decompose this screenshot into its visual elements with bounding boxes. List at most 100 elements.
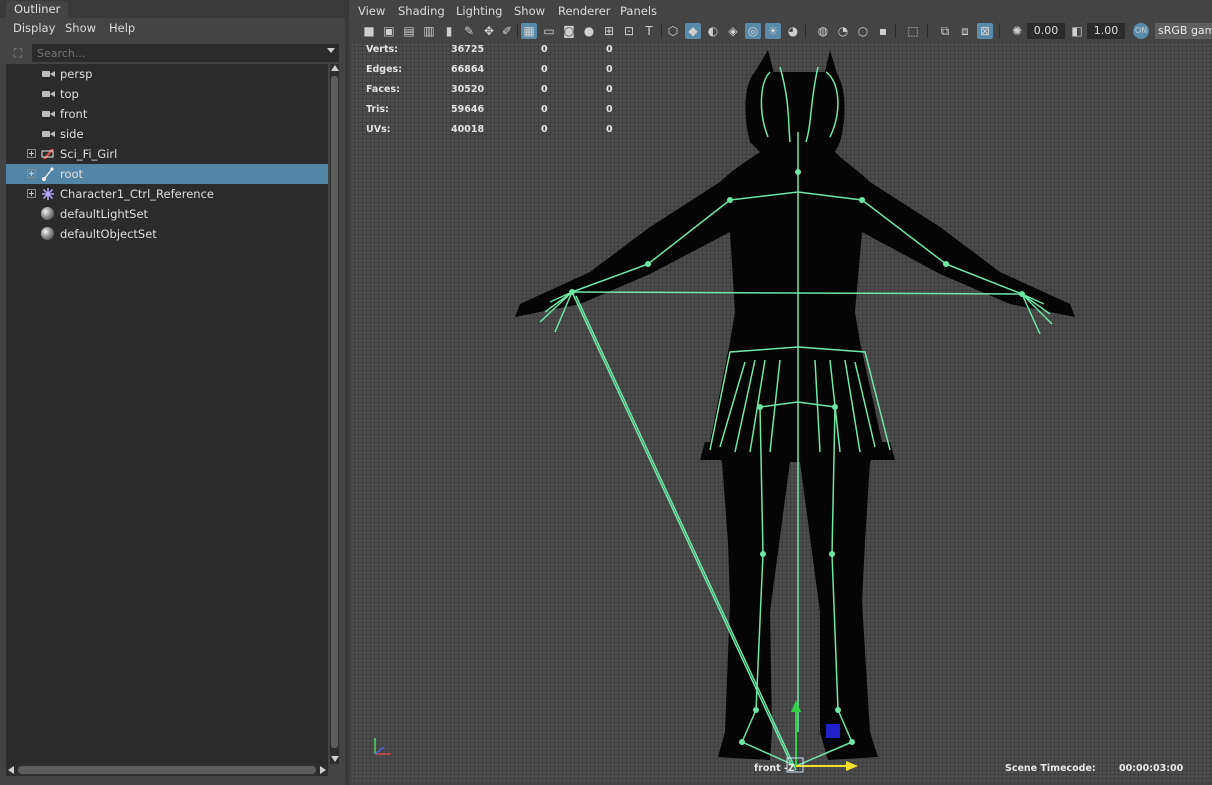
xray-icon[interactable]: ⧉ — [937, 23, 953, 39]
hud-row-tris: Tris: 59646 0 0 — [366, 102, 626, 122]
hud-row-verts: Verts: 36725 0 0 — [366, 42, 626, 62]
toolbar-separator — [895, 24, 896, 38]
tree-item-sci-fi-girl[interactable]: Sci_Fi_Girl — [6, 144, 328, 164]
hud-value: 0 — [541, 124, 548, 135]
hud-value: 0 — [606, 124, 613, 135]
camera-attributes-icon[interactable]: ▣ — [381, 23, 397, 39]
safe-action-icon[interactable]: ⊡ — [621, 23, 637, 39]
menu-shading[interactable]: Shading — [398, 4, 445, 18]
viewport-menubar: View Shading Lighting Show Renderer Pane… — [349, 0, 1212, 22]
tree-item-front[interactable]: front — [6, 104, 328, 124]
hud-row-uvs: UVs: 40018 0 0 — [366, 122, 626, 142]
exposure-field[interactable]: 0.00 — [1027, 23, 1065, 39]
scroll-thumb[interactable] — [331, 76, 338, 748]
depth-of-field-icon[interactable]: ▪ — [875, 23, 891, 39]
gamma-field[interactable]: 1.00 — [1087, 23, 1125, 39]
hud-value: 59646 — [451, 104, 485, 115]
bookmarks-icon[interactable]: ▤ — [401, 23, 417, 39]
toolbar-separator — [661, 24, 662, 38]
tree-item-persp[interactable]: persp — [6, 64, 328, 84]
hud-value: 0 — [541, 84, 548, 95]
2d-pan-zoom-icon[interactable]: ✥ — [481, 23, 497, 39]
scroll-up-icon[interactable] — [331, 65, 339, 71]
color-management-icon[interactable]: ON — [1133, 23, 1149, 39]
wireframe-icon[interactable]: ⬡ — [665, 23, 681, 39]
safe-title-icon[interactable]: T — [641, 23, 657, 39]
select-camera-icon[interactable]: ■ — [361, 23, 377, 39]
3d-viewport[interactable]: Verts: 36725 0 0 Edges: 66864 0 0 Faces:… — [350, 42, 1212, 782]
search-dropdown-icon[interactable] — [327, 48, 335, 53]
xray-joints-icon[interactable]: ⊠ — [977, 23, 993, 39]
bookmark-flag-icon[interactable]: ▮ — [441, 23, 457, 39]
menu-help[interactable]: Help — [109, 21, 135, 35]
set-icon — [41, 207, 55, 221]
smooth-shade-icon[interactable]: ◆ — [685, 23, 701, 39]
viewport-toolbar: ■ ▣ ▤ ▥ ▮ ✎ ✥ ✐ ▦ ▭ ◙ ● ⊞ ⊡ T ⬡ ◆ ◐ ◈ ◎ … — [349, 20, 1212, 42]
paint-tool-icon[interactable]: ✐ — [499, 23, 515, 39]
shadows-icon[interactable]: ◕ — [785, 23, 801, 39]
grid-icon[interactable]: ▦ — [521, 23, 537, 39]
hud-label: Tris: — [366, 104, 389, 115]
search-input[interactable] — [32, 44, 339, 62]
tree-item-label: front — [60, 107, 88, 121]
film-gate-icon[interactable]: ▭ — [541, 23, 557, 39]
tree-item-default-object-set[interactable]: defaultObjectSet — [6, 224, 328, 244]
image-plane-icon[interactable]: ▥ — [421, 23, 437, 39]
tree-item-label: defaultLightSet — [60, 207, 149, 221]
isolate-select-icon[interactable]: ⬚ — [905, 23, 921, 39]
expand-icon[interactable] — [27, 149, 36, 158]
exposure-icon[interactable]: ✺ — [1009, 23, 1025, 39]
tree-item-character-ctrl-reference[interactable]: Character1_Ctrl_Reference — [6, 184, 328, 204]
tree-item-label: side — [60, 127, 84, 141]
hud-value: 0 — [541, 64, 548, 75]
menu-display[interactable]: Display — [13, 21, 55, 35]
field-chart-icon[interactable]: ⊞ — [601, 23, 617, 39]
menu-panels[interactable]: Panels — [620, 4, 657, 18]
expand-icon[interactable] — [27, 189, 36, 198]
expand-icon[interactable] — [27, 169, 36, 178]
camera-name-label: front -Z — [754, 763, 795, 774]
use-all-lights-icon[interactable]: ☀ — [765, 23, 781, 39]
outliner-tree[interactable]: persp top front side Sci_Fi_Girl root Ch… — [6, 64, 328, 764]
character-silhouette — [515, 50, 1075, 760]
grease-pencil-icon[interactable]: ✎ — [461, 23, 477, 39]
outliner-horizontal-scrollbar[interactable] — [6, 764, 328, 776]
menu-show[interactable]: Show — [514, 4, 545, 18]
outliner-vertical-scrollbar[interactable] — [330, 64, 339, 764]
gate-mask-icon[interactable]: ● — [581, 23, 597, 39]
gamma-icon[interactable]: ◧ — [1069, 23, 1085, 39]
default-material-icon[interactable]: ◐ — [705, 23, 721, 39]
resolution-gate-icon[interactable]: ◙ — [561, 23, 577, 39]
tree-item-root[interactable]: root — [6, 164, 328, 184]
hik-reference-icon — [41, 187, 55, 201]
xray-active-components-icon[interactable]: ⧈ — [957, 23, 973, 39]
anti-aliasing-icon[interactable]: ○ — [855, 23, 871, 39]
menu-view[interactable]: View — [358, 4, 385, 18]
outliner-search: ⛶ — [8, 43, 339, 63]
textured-icon[interactable]: ◎ — [745, 23, 761, 39]
hud-value: 36725 — [451, 44, 485, 55]
view-transform-dropdown[interactable]: sRGB gam — [1155, 23, 1212, 39]
scroll-right-icon[interactable] — [320, 766, 326, 774]
scroll-down-icon[interactable] — [331, 756, 339, 762]
menu-renderer[interactable]: Renderer — [558, 4, 611, 18]
toolbar-separator — [927, 24, 928, 38]
screen-space-ao-icon[interactable]: ◍ — [815, 23, 831, 39]
scroll-left-icon[interactable] — [8, 766, 14, 774]
hud-label: Edges: — [366, 64, 402, 75]
tree-item-default-light-set[interactable]: defaultLightSet — [6, 204, 328, 224]
menu-lighting[interactable]: Lighting — [456, 4, 502, 18]
tree-item-side[interactable]: side — [6, 124, 328, 144]
tree-item-label: root — [60, 167, 84, 181]
scroll-thumb[interactable] — [18, 766, 316, 774]
wireframe-on-shaded-icon[interactable]: ◈ — [725, 23, 741, 39]
motion-blur-icon[interactable]: ◔ — [835, 23, 851, 39]
camera-icon — [41, 107, 55, 121]
menu-show[interactable]: Show — [65, 21, 96, 35]
outliner-tab[interactable]: Outliner — [6, 1, 69, 18]
tree-item-top[interactable]: top — [6, 84, 328, 104]
view-axis-icon — [374, 738, 391, 755]
hud-label: Verts: — [366, 44, 398, 55]
filter-icon[interactable]: ⛶ — [10, 45, 26, 61]
hud-label: UVs: — [366, 124, 391, 135]
